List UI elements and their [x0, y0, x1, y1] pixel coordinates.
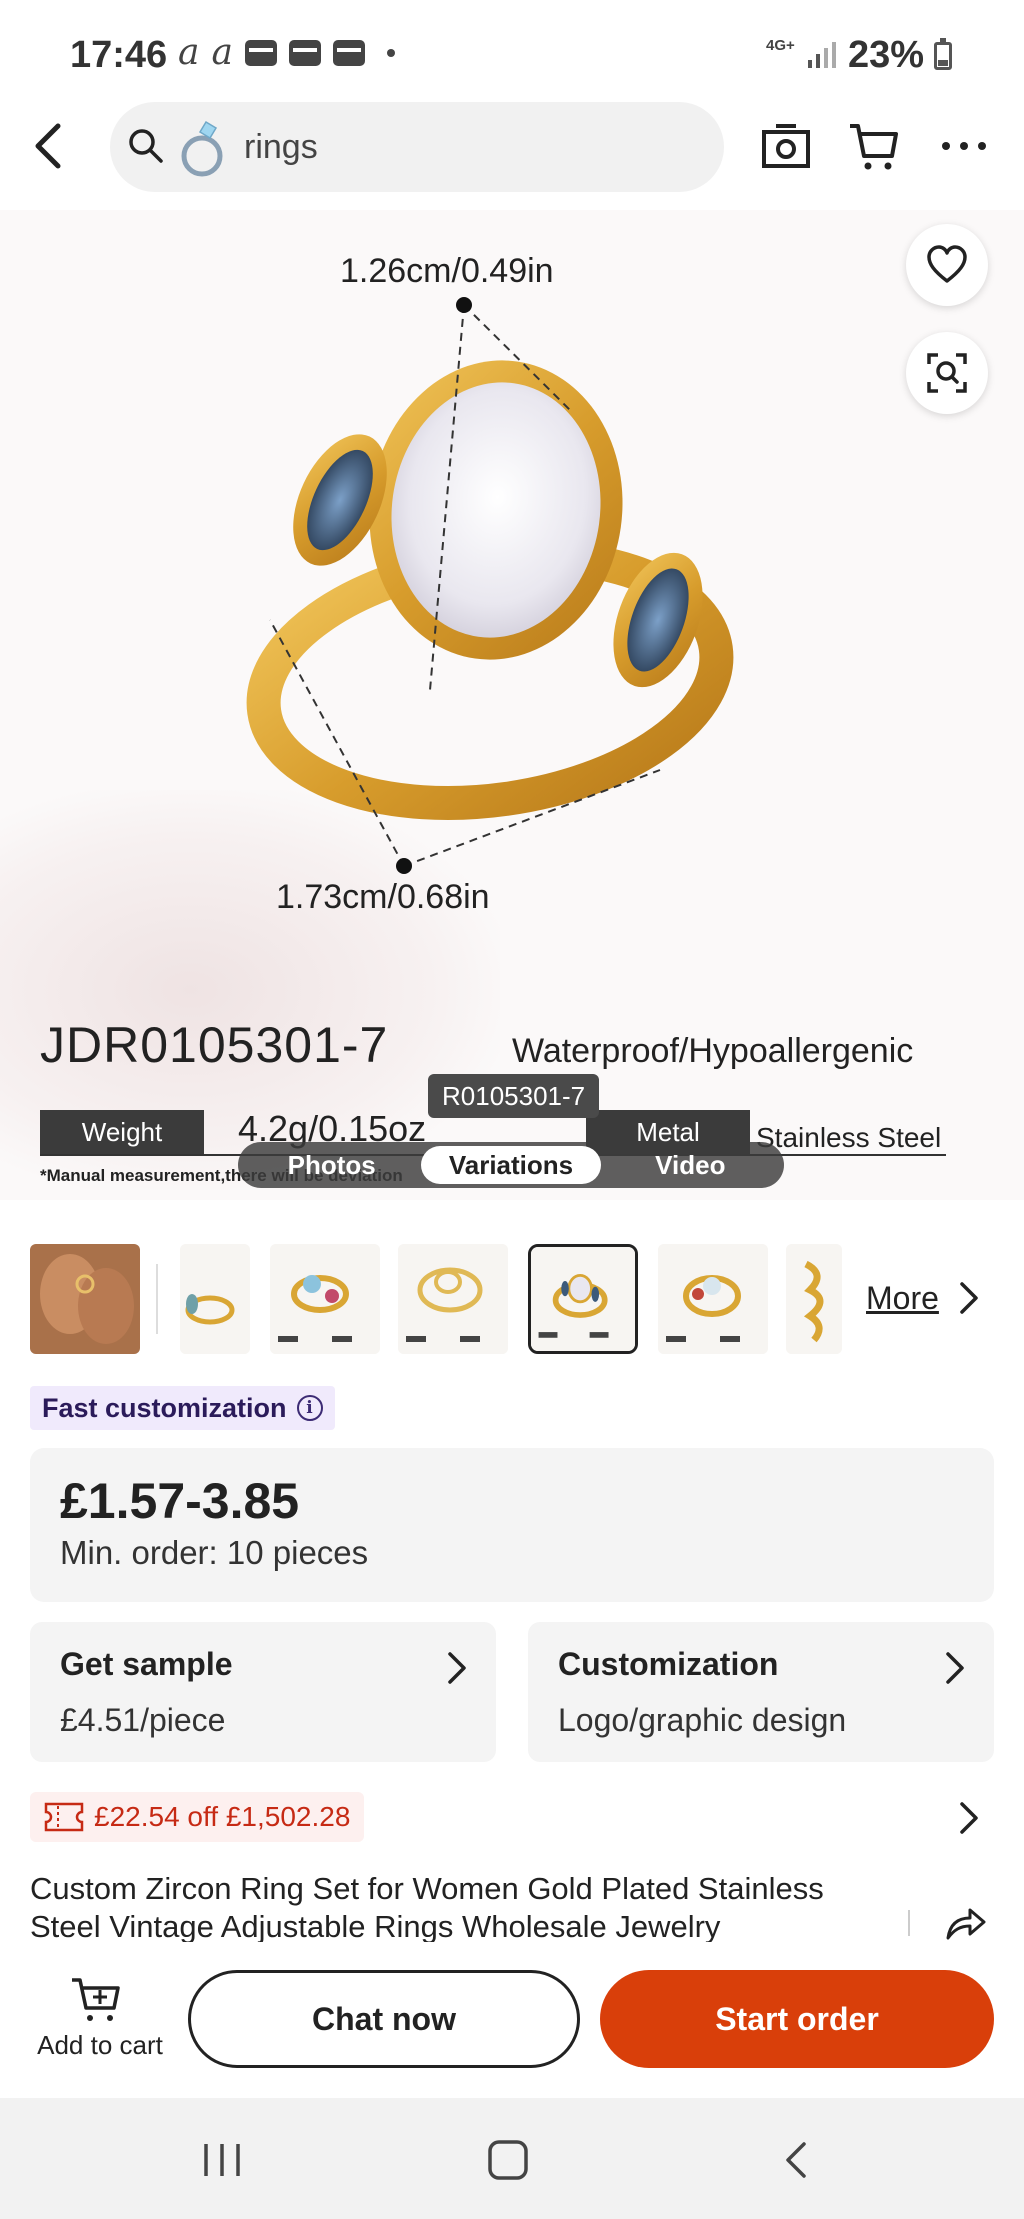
notification-app-icon: a [178, 32, 200, 73]
top-bar: rings [0, 100, 1024, 210]
thumbnail-image [180, 1244, 250, 1354]
min-order: Min. order: 10 pieces [60, 1534, 369, 1571]
customization-card[interactable]: Customization Logo/graphic design [528, 1622, 994, 1762]
dimension-label-bottom: 1.73cm/0.68in [276, 878, 490, 916]
share-icon[interactable] [944, 1904, 988, 1942]
image-feature-label: Waterproof/Hypoallergenic [512, 1032, 914, 1070]
thumbnail-variant[interactable] [398, 1244, 508, 1354]
search-query: rings [244, 128, 318, 166]
get-sample-card[interactable]: Get sample £4.51/piece [30, 1622, 496, 1762]
customization-title: Customization [558, 1646, 779, 1682]
cart-icon[interactable] [846, 118, 902, 174]
badge-label: Fast customization [42, 1392, 287, 1423]
notification-more-dot [386, 49, 395, 57]
camera-search-icon[interactable] [758, 118, 814, 174]
price-range: £1.57-3.85 [60, 1473, 300, 1529]
coupon-icon [44, 1802, 84, 1832]
product-ring-image [246, 297, 734, 874]
media-tabs: Photos Variations Video [238, 1142, 784, 1188]
favorite-button[interactable] [906, 224, 988, 306]
start-order-button[interactable]: Start order [600, 1970, 994, 2068]
chevron-right-icon [946, 1652, 964, 1684]
thumbnail-image [398, 1244, 508, 1354]
customization-value: Logo/graphic design [558, 1702, 847, 1738]
image-search-icon [927, 353, 967, 393]
add-to-cart-label: Add to cart [37, 2030, 163, 2060]
sample-title: Get sample [60, 1646, 233, 1682]
thumbnail-variant[interactable] [270, 1244, 380, 1354]
dimension-label-top: 1.26cm/0.49in [340, 252, 554, 290]
status-bar: 17:46 a a 4G+ 23% [0, 0, 1024, 100]
thumbnail-image [270, 1244, 380, 1354]
product-title: Custom Zircon Ring Set for Women Gold Pl… [30, 1871, 824, 1942]
title-divider [908, 1910, 910, 1936]
chat-now-button[interactable]: Chat now [188, 1970, 580, 2068]
status-time: 17:46 [70, 34, 168, 76]
recent-apps-icon[interactable] [200, 2140, 244, 2180]
network-type: 4G+ [766, 37, 795, 54]
more-thumbnails-link[interactable]: More [866, 1280, 939, 1317]
system-nav-bar [0, 2098, 1024, 2219]
thumbnail-image [30, 1244, 140, 1354]
thumbnail-variant[interactable] [658, 1244, 768, 1354]
bottom-action-bar: Add to cart Chat now Start order [0, 1942, 1024, 2098]
battery-percent: 23% [848, 34, 925, 76]
coupon-text: £22.54 off £1,502.28 [94, 1801, 351, 1832]
back-arrow-icon[interactable] [22, 116, 82, 176]
search-bar[interactable]: rings [110, 102, 724, 192]
coupon-banner[interactable]: £22.54 off £1,502.28 [30, 1792, 365, 1842]
tab-video[interactable]: Video [601, 1146, 780, 1184]
back-nav-icon[interactable] [780, 2140, 810, 2180]
heart-icon [927, 245, 967, 283]
notification-app-icon: a [211, 32, 233, 73]
weight-label: Weight [40, 1110, 204, 1154]
add-to-cart-button[interactable]: Add to cart [30, 1974, 170, 2064]
search-icon [129, 129, 163, 163]
thumbnail-image [658, 1244, 768, 1354]
product-image-gallery[interactable]: 1.26cm/0.49in 1.73cm/0.68in JDR0105301-7… [0, 210, 1024, 1200]
thumbnail-image [531, 1247, 635, 1351]
home-icon[interactable] [486, 2140, 530, 2180]
image-sku-label: JDR0105301-7 [40, 1017, 389, 1073]
info-icon[interactable]: i [296, 1395, 323, 1421]
sample-price: £4.51/piece [60, 1702, 226, 1738]
tab-photos[interactable]: Photos [242, 1146, 421, 1184]
fast-customization-badge[interactable]: Fast customization i [30, 1386, 335, 1430]
tab-variations[interactable]: Variations [421, 1146, 601, 1184]
chevron-right-icon[interactable] [954, 1798, 984, 1838]
variant-tooltip: R0105301-7 [428, 1074, 600, 1118]
notification-card-icon [332, 40, 365, 66]
notification-icons: a a [178, 32, 395, 73]
chevron-right-icon [448, 1652, 466, 1684]
signal-icon [808, 42, 836, 68]
thumbnail-divider [156, 1264, 158, 1334]
ring-image-icon [181, 120, 223, 177]
notification-card-icon [244, 40, 277, 66]
thumbnail-strip: More [30, 1244, 1010, 1356]
thumbnail-variant-selected[interactable] [528, 1244, 638, 1354]
visual-search-button[interactable] [906, 332, 988, 414]
add-cart-icon [72, 1978, 120, 2021]
more-options-icon[interactable] [936, 118, 992, 174]
thumbnail-variant[interactable] [786, 1244, 842, 1354]
thumbnail-hands[interactable] [30, 1244, 140, 1354]
price-card: £1.57-3.85 Min. order: 10 pieces [30, 1448, 994, 1602]
thumbnail-variant[interactable] [180, 1244, 250, 1354]
metal-value: Stainless Steel [756, 1122, 942, 1153]
notification-card-icon [288, 40, 321, 66]
battery-icon [934, 38, 952, 70]
chevron-right-icon[interactable] [954, 1278, 984, 1318]
thumbnail-image [786, 1244, 842, 1354]
